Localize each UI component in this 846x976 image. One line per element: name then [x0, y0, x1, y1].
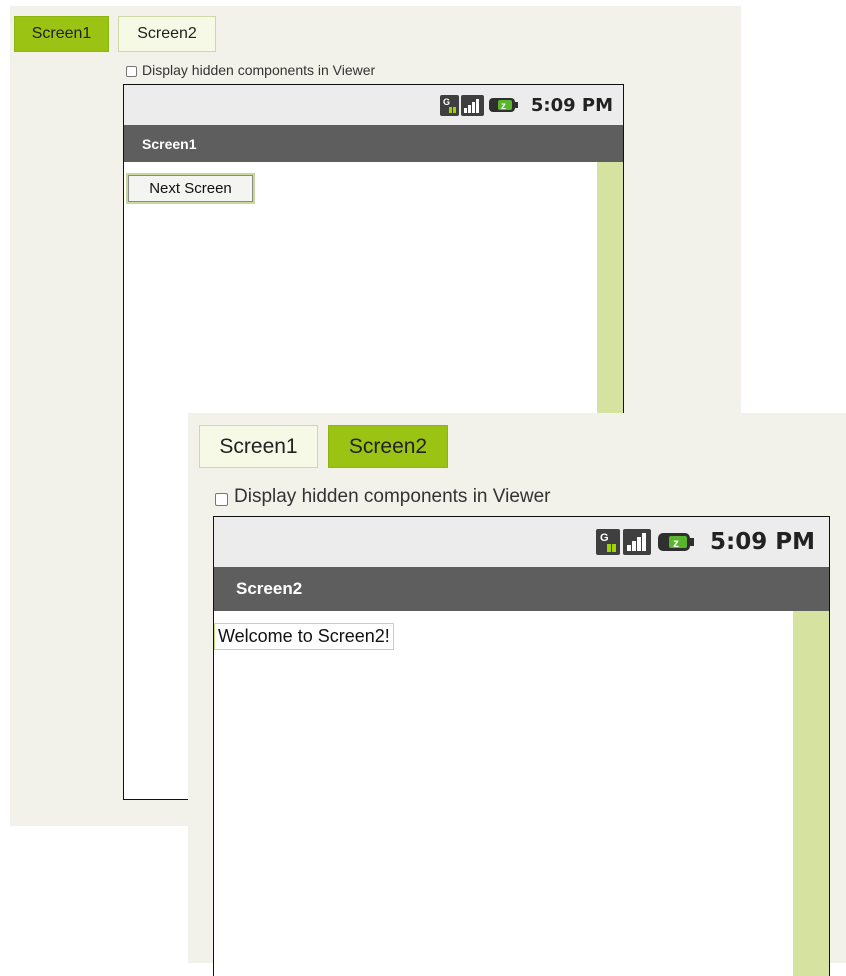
phone-viewer: G z 5: [213, 516, 830, 976]
screen-title-bar: Screen1: [124, 125, 623, 162]
display-hidden-row: Display hidden components in Viewer: [215, 486, 551, 508]
svg-text:z: z: [501, 101, 506, 112]
battery-icon: z: [488, 96, 518, 114]
next-screen-button[interactable]: Next Screen: [126, 173, 255, 204]
display-hidden-checkbox[interactable]: [126, 66, 137, 77]
display-hidden-checkbox[interactable]: [215, 493, 228, 506]
battery-icon: z: [658, 531, 695, 553]
signal-strength-icon: [460, 94, 484, 116]
display-hidden-row: Display hidden components in Viewer: [126, 62, 375, 78]
status-time: 5:09 PM: [710, 529, 815, 555]
status-bar: G z 5:09 PM: [124, 85, 623, 125]
status-bar: G z 5:09 PM: [214, 517, 829, 567]
scrollbar[interactable]: [793, 611, 829, 976]
network-type-icon: G: [596, 529, 621, 555]
designer-panel-screen2: Screen1 Screen2 Display hidden component…: [188, 413, 846, 976]
svg-text:G: G: [443, 97, 450, 107]
tab-screen2[interactable]: Screen2: [118, 16, 216, 52]
tab-screen1[interactable]: Screen1: [14, 16, 109, 52]
welcome-label: Welcome to Screen2!: [214, 623, 394, 650]
svg-text:G: G: [600, 532, 609, 544]
display-hidden-label: Display hidden components in Viewer: [234, 486, 551, 507]
network-type-icon: G: [439, 94, 459, 116]
screen-title: Screen1: [142, 135, 197, 152]
signal-strength-icon: [623, 529, 652, 555]
svg-text:z: z: [673, 536, 679, 550]
tab-screen1[interactable]: Screen1: [199, 425, 318, 468]
screen-title: Screen2: [236, 579, 303, 598]
status-time: 5:09 PM: [530, 94, 613, 116]
tab-screen2[interactable]: Screen2: [328, 425, 448, 468]
screen-title-bar: Screen2: [214, 567, 829, 611]
display-hidden-label: Display hidden components in Viewer: [142, 62, 376, 78]
